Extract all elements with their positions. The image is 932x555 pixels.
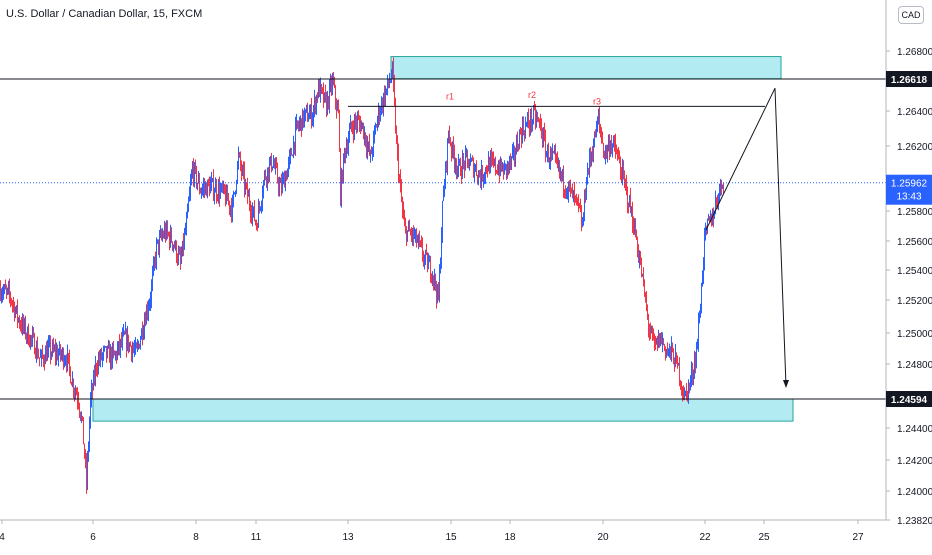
resistance-zone[interactable] bbox=[390, 56, 782, 80]
y-tick-label: 1.26800 bbox=[897, 47, 932, 58]
x-tick-label: 13 bbox=[342, 532, 354, 543]
x-tick-label: 22 bbox=[699, 532, 711, 543]
r2-label: r2 bbox=[528, 90, 536, 100]
x-tick-label: 18 bbox=[504, 532, 516, 543]
r3-label: r3 bbox=[593, 96, 601, 106]
y-tick-label: 1.23820 bbox=[897, 516, 932, 527]
level-marker-label: 1.24594 bbox=[891, 395, 928, 406]
y-tick-label: 1.25400 bbox=[897, 266, 932, 277]
chart-area[interactable]: r1 r2 r3 1.26800 1.26400 1.26200 1.25800 1.256… bbox=[0, 0, 932, 550]
current-price-countdown: 13:43 bbox=[896, 192, 921, 203]
x-tick-label: 4 bbox=[0, 532, 5, 543]
y-tick-label: 1.25800 bbox=[897, 207, 932, 218]
y-tick-label: 1.24000 bbox=[897, 487, 932, 498]
y-tick-label: 1.24800 bbox=[897, 360, 932, 371]
axes-layer: 1.26800 1.26400 1.26200 1.25800 1.25600 1.254… bbox=[0, 0, 932, 543]
level-marker-label: 1.26618 bbox=[891, 75, 928, 86]
candles-layer bbox=[0, 57, 724, 494]
y-tick-label: 1.26400 bbox=[897, 107, 932, 118]
chart-title: U.S. Dollar / Canadian Dollar, 15, FXCM bbox=[6, 8, 202, 20]
x-tick-label: 15 bbox=[445, 532, 457, 543]
x-tick-label: 27 bbox=[852, 532, 864, 543]
projection-arrowhead bbox=[783, 380, 789, 388]
level-price-marker: 1.26618 bbox=[886, 71, 932, 87]
price-chart[interactable]: r1 r2 r3 1.26800 1.26400 1.26200 1.25800 1.256… bbox=[0, 0, 932, 550]
x-tick-label: 8 bbox=[193, 532, 199, 543]
currency-button[interactable]: CAD bbox=[898, 6, 924, 24]
y-tick-label: 1.25600 bbox=[897, 237, 932, 248]
x-tick-label: 11 bbox=[251, 532, 262, 543]
x-tick-label: 6 bbox=[90, 532, 96, 543]
y-tick-label: 1.25000 bbox=[897, 329, 932, 340]
level-price-marker: 1.24594 bbox=[886, 390, 932, 407]
y-tick-label: 1.25200 bbox=[897, 296, 932, 307]
y-tick-label: 1.26200 bbox=[897, 142, 932, 153]
x-tick-label: 20 bbox=[597, 532, 609, 543]
y-tick-label: 1.24200 bbox=[897, 456, 932, 467]
current-price-value: 1.25962 bbox=[891, 179, 928, 190]
current-price-marker: 1.25962 13:43 bbox=[886, 174, 932, 205]
x-tick-label: 25 bbox=[758, 532, 770, 543]
r1-label: r1 bbox=[446, 92, 454, 102]
projection-path[interactable] bbox=[705, 87, 787, 387]
y-tick-label: 1.24400 bbox=[897, 424, 932, 435]
